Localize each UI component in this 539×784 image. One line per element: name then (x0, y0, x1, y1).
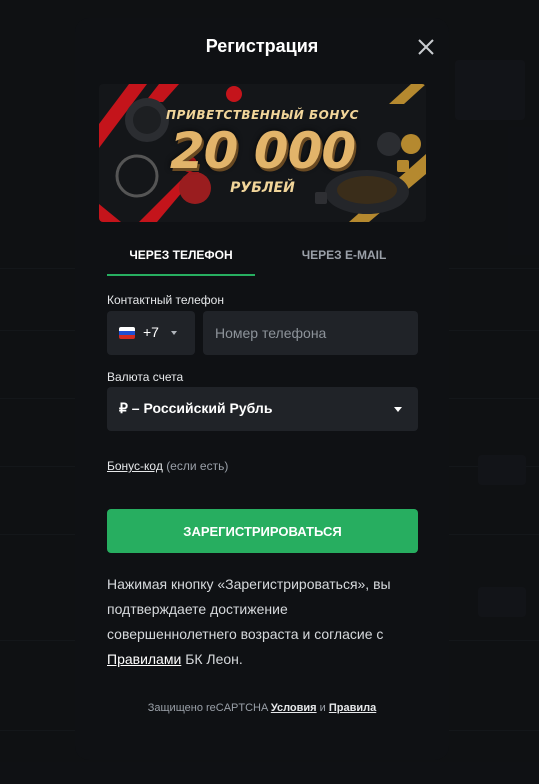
bonus-code-row: Бонус-код (если есть) (107, 459, 228, 473)
terms-text-after: БК Леон. (185, 651, 243, 667)
recaptcha-terms-link[interactable]: Условия (271, 702, 317, 714)
currency-select[interactable]: ₽ – Российский Рубль (107, 387, 418, 431)
welcome-bonus-banner: ПРИВЕТСТВЕННЫЙ БОНУС 20 000 РУБЛЕЙ (99, 84, 426, 222)
bonus-code-link[interactable]: Бонус-код (107, 459, 163, 473)
russia-flag-icon (119, 327, 135, 339)
recaptcha-prefix: Защищено reCAPTCHA (147, 702, 268, 714)
chevron-down-icon (394, 407, 402, 412)
phone-field-label: Контактный телефон (107, 293, 224, 307)
banner-currency: РУБЛЕЙ (230, 180, 295, 196)
recaptcha-notice: Защищено reCAPTCHA Условия и Правила (75, 702, 449, 714)
terms-text: Нажимая кнопку «Зарегистрироваться», вы … (107, 572, 418, 672)
chevron-down-icon (171, 331, 177, 335)
recaptcha-rules-link[interactable]: Правила (329, 702, 376, 714)
registration-modal: Регистрация ПРИВЕТСТВЕННЫЙ БОНУС 20 000 … (75, 18, 449, 760)
tab-phone[interactable]: ЧЕРЕЗ ТЕЛЕФОН (107, 242, 255, 276)
bonus-code-hint: (если есть) (166, 459, 229, 473)
recaptcha-conjunction: и (319, 702, 326, 714)
register-button[interactable]: ЗАРЕГИСТРИРОВАТЬСЯ (107, 509, 418, 553)
currency-value: ₽ – Российский Рубль (119, 400, 273, 416)
registration-tabs: ЧЕРЕЗ ТЕЛЕФОН ЧЕРЕЗ E-MAIL (107, 242, 418, 276)
modal-title: Регистрация (205, 36, 319, 56)
phone-input[interactable] (203, 311, 418, 355)
banner-amount: 20 000 (169, 122, 356, 180)
rules-link[interactable]: Правилами (107, 651, 181, 667)
banner-headline: ПРИВЕТСТВЕННЫЙ БОНУС (166, 108, 359, 122)
tab-email[interactable]: ЧЕРЕЗ E-MAIL (270, 242, 418, 276)
close-icon[interactable] (415, 36, 437, 58)
country-code-select[interactable]: +7 (107, 311, 195, 355)
terms-text-before: Нажимая кнопку «Зарегистрироваться», вы … (107, 576, 391, 642)
currency-field-label: Валюта счета (107, 370, 184, 384)
dial-code: +7 (143, 324, 159, 340)
